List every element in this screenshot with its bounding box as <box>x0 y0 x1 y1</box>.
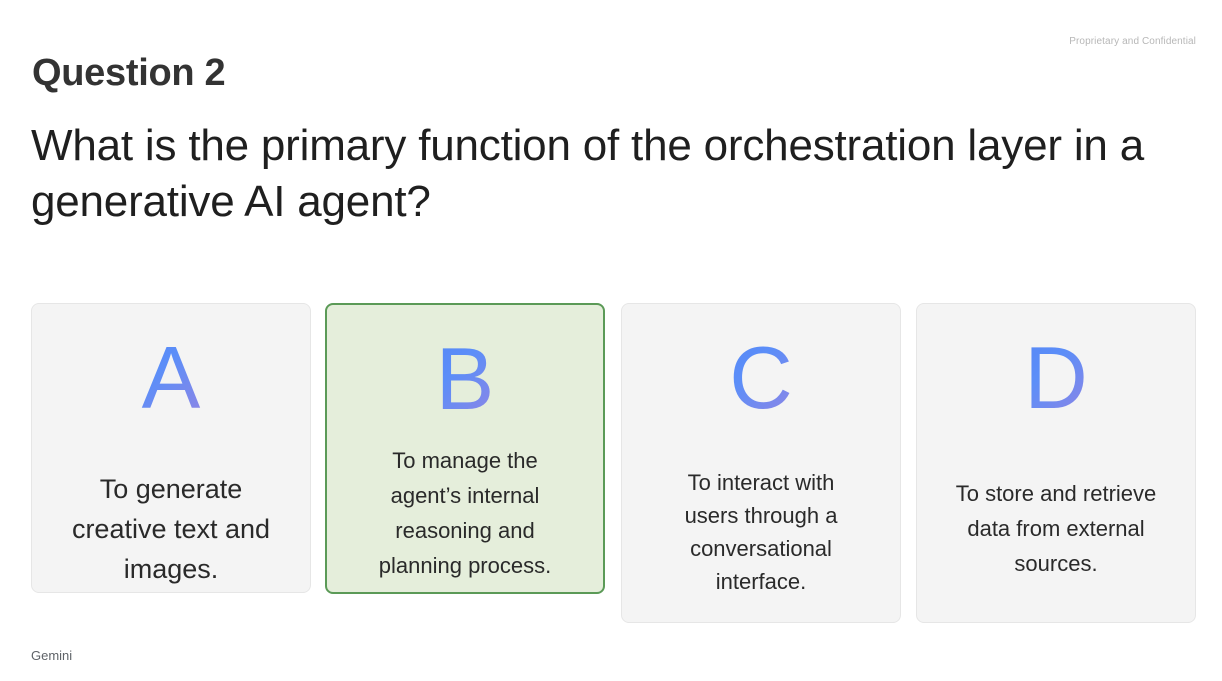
footer-brand: Gemini <box>31 648 73 663</box>
question-text: What is the primary function of the orch… <box>31 121 1144 226</box>
option-letter-c: C <box>622 332 900 424</box>
question-label: Question 2 <box>32 52 226 94</box>
option-letter-d: D <box>917 332 1195 424</box>
option-card-b[interactable]: B To manage the agent’s internal reasoni… <box>325 303 605 594</box>
option-text-d: To store and retrieve data from external… <box>955 480 1157 576</box>
confidential-notice: Proprietary and Confidential <box>1069 36 1196 47</box>
option-letter-b: B <box>327 333 603 425</box>
option-card-c[interactable]: C To interact with users through a conve… <box>621 303 901 623</box>
option-letter-a: A <box>32 332 310 424</box>
option-card-a[interactable]: A To generate creative text and images. <box>31 303 311 593</box>
option-card-d[interactable]: D To store and retrieve data from extern… <box>916 303 1196 623</box>
option-text-a: To generate creative text and images. <box>71 474 271 584</box>
option-text-c: To interact with users through a convers… <box>684 470 838 594</box>
option-text-b: To manage the agent’s internal reasoning… <box>378 448 552 578</box>
